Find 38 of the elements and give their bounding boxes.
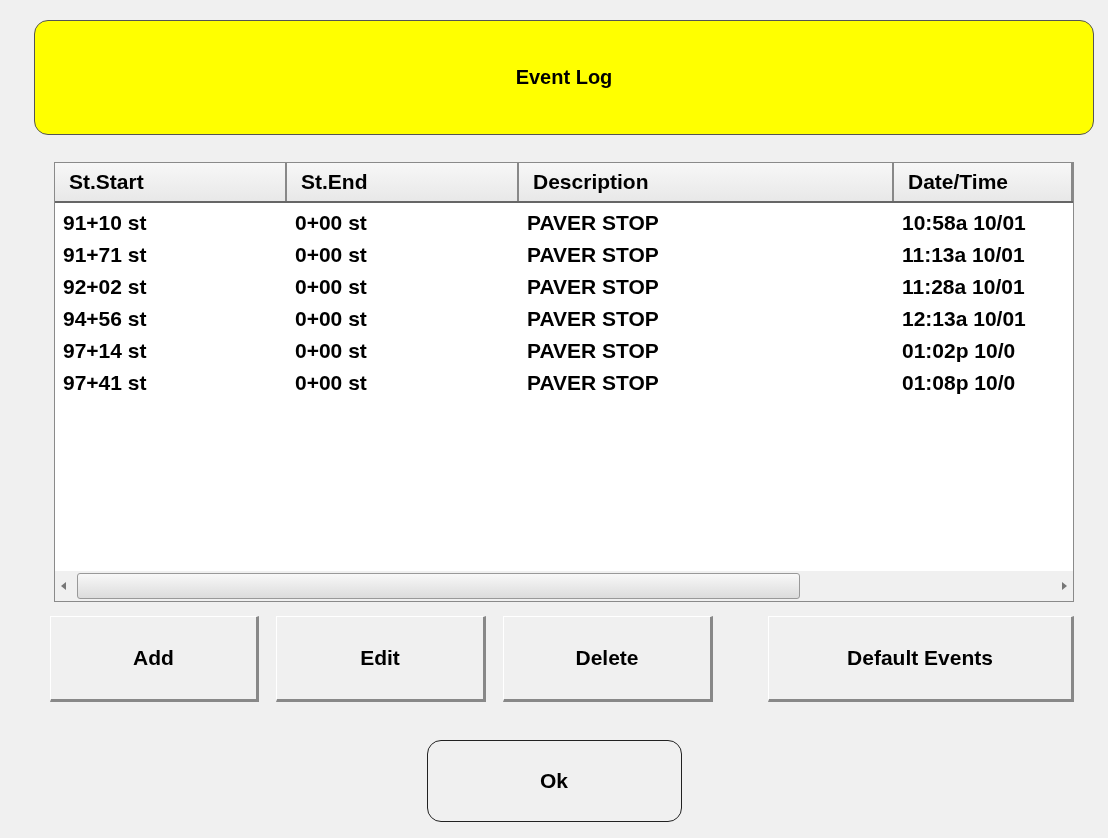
scroll-left-icon[interactable] — [61, 582, 67, 590]
table-cell-text: 97+41 st — [62, 370, 148, 396]
table-cell-text: 11:13a 10/01 — [901, 242, 1026, 268]
table-cell-text: 91+10 st — [62, 210, 148, 236]
ok-button[interactable]: Ok — [426, 740, 682, 822]
scroll-right-icon[interactable] — [1061, 582, 1067, 590]
table-cell-text: 0+00 st — [294, 370, 368, 396]
action-button[interactable]: Add — [50, 616, 259, 702]
table-cell-text: 0+00 st — [294, 274, 368, 300]
table-cell-text: PAVER STOP — [526, 306, 660, 332]
column-header[interactable]: Description — [519, 163, 894, 201]
table-cell-text: PAVER STOP — [526, 370, 660, 396]
action-button[interactable]: Edit — [276, 616, 486, 702]
table-cell-text: 97+14 st — [62, 338, 148, 364]
column-header[interactable]: St.End — [287, 163, 519, 201]
table-cell-text: 01:08p 10/0 — [901, 370, 1017, 396]
action-button[interactable]: Delete — [503, 616, 713, 702]
table-cell-text: 0+00 st — [294, 338, 368, 364]
table-cell-text: PAVER STOP — [526, 338, 660, 364]
column-header[interactable]: Date/Time — [894, 163, 1073, 201]
column-header[interactable]: St.Start — [55, 163, 287, 201]
table-cell-text: 0+00 st — [294, 242, 368, 268]
table-cell-text: 91+71 st — [62, 242, 148, 268]
table-cell-text: 11:28a 10/01 — [901, 274, 1026, 300]
table-cell-text: PAVER STOP — [526, 274, 660, 300]
table-cell-text: PAVER STOP — [526, 242, 660, 268]
horizontal-scrollbar[interactable] — [55, 571, 1073, 601]
table-cell-text: PAVER STOP — [526, 210, 660, 236]
table-cell-text: 0+00 st — [294, 210, 368, 236]
table-cell-text: 92+02 st — [62, 274, 148, 300]
table-cell-text: 94+56 st — [62, 306, 148, 332]
action-button[interactable]: Default Events — [768, 616, 1074, 702]
window-title: Event Log — [34, 20, 1094, 135]
table-cell-text: 10:58a 10/01 — [901, 210, 1027, 236]
table-cell-text: 12:13a 10/01 — [901, 306, 1027, 332]
table-cell-text: 01:02p 10/0 — [901, 338, 1017, 364]
scroll-thumb[interactable] — [77, 573, 800, 599]
table-cell-text: 0+00 st — [294, 306, 368, 332]
